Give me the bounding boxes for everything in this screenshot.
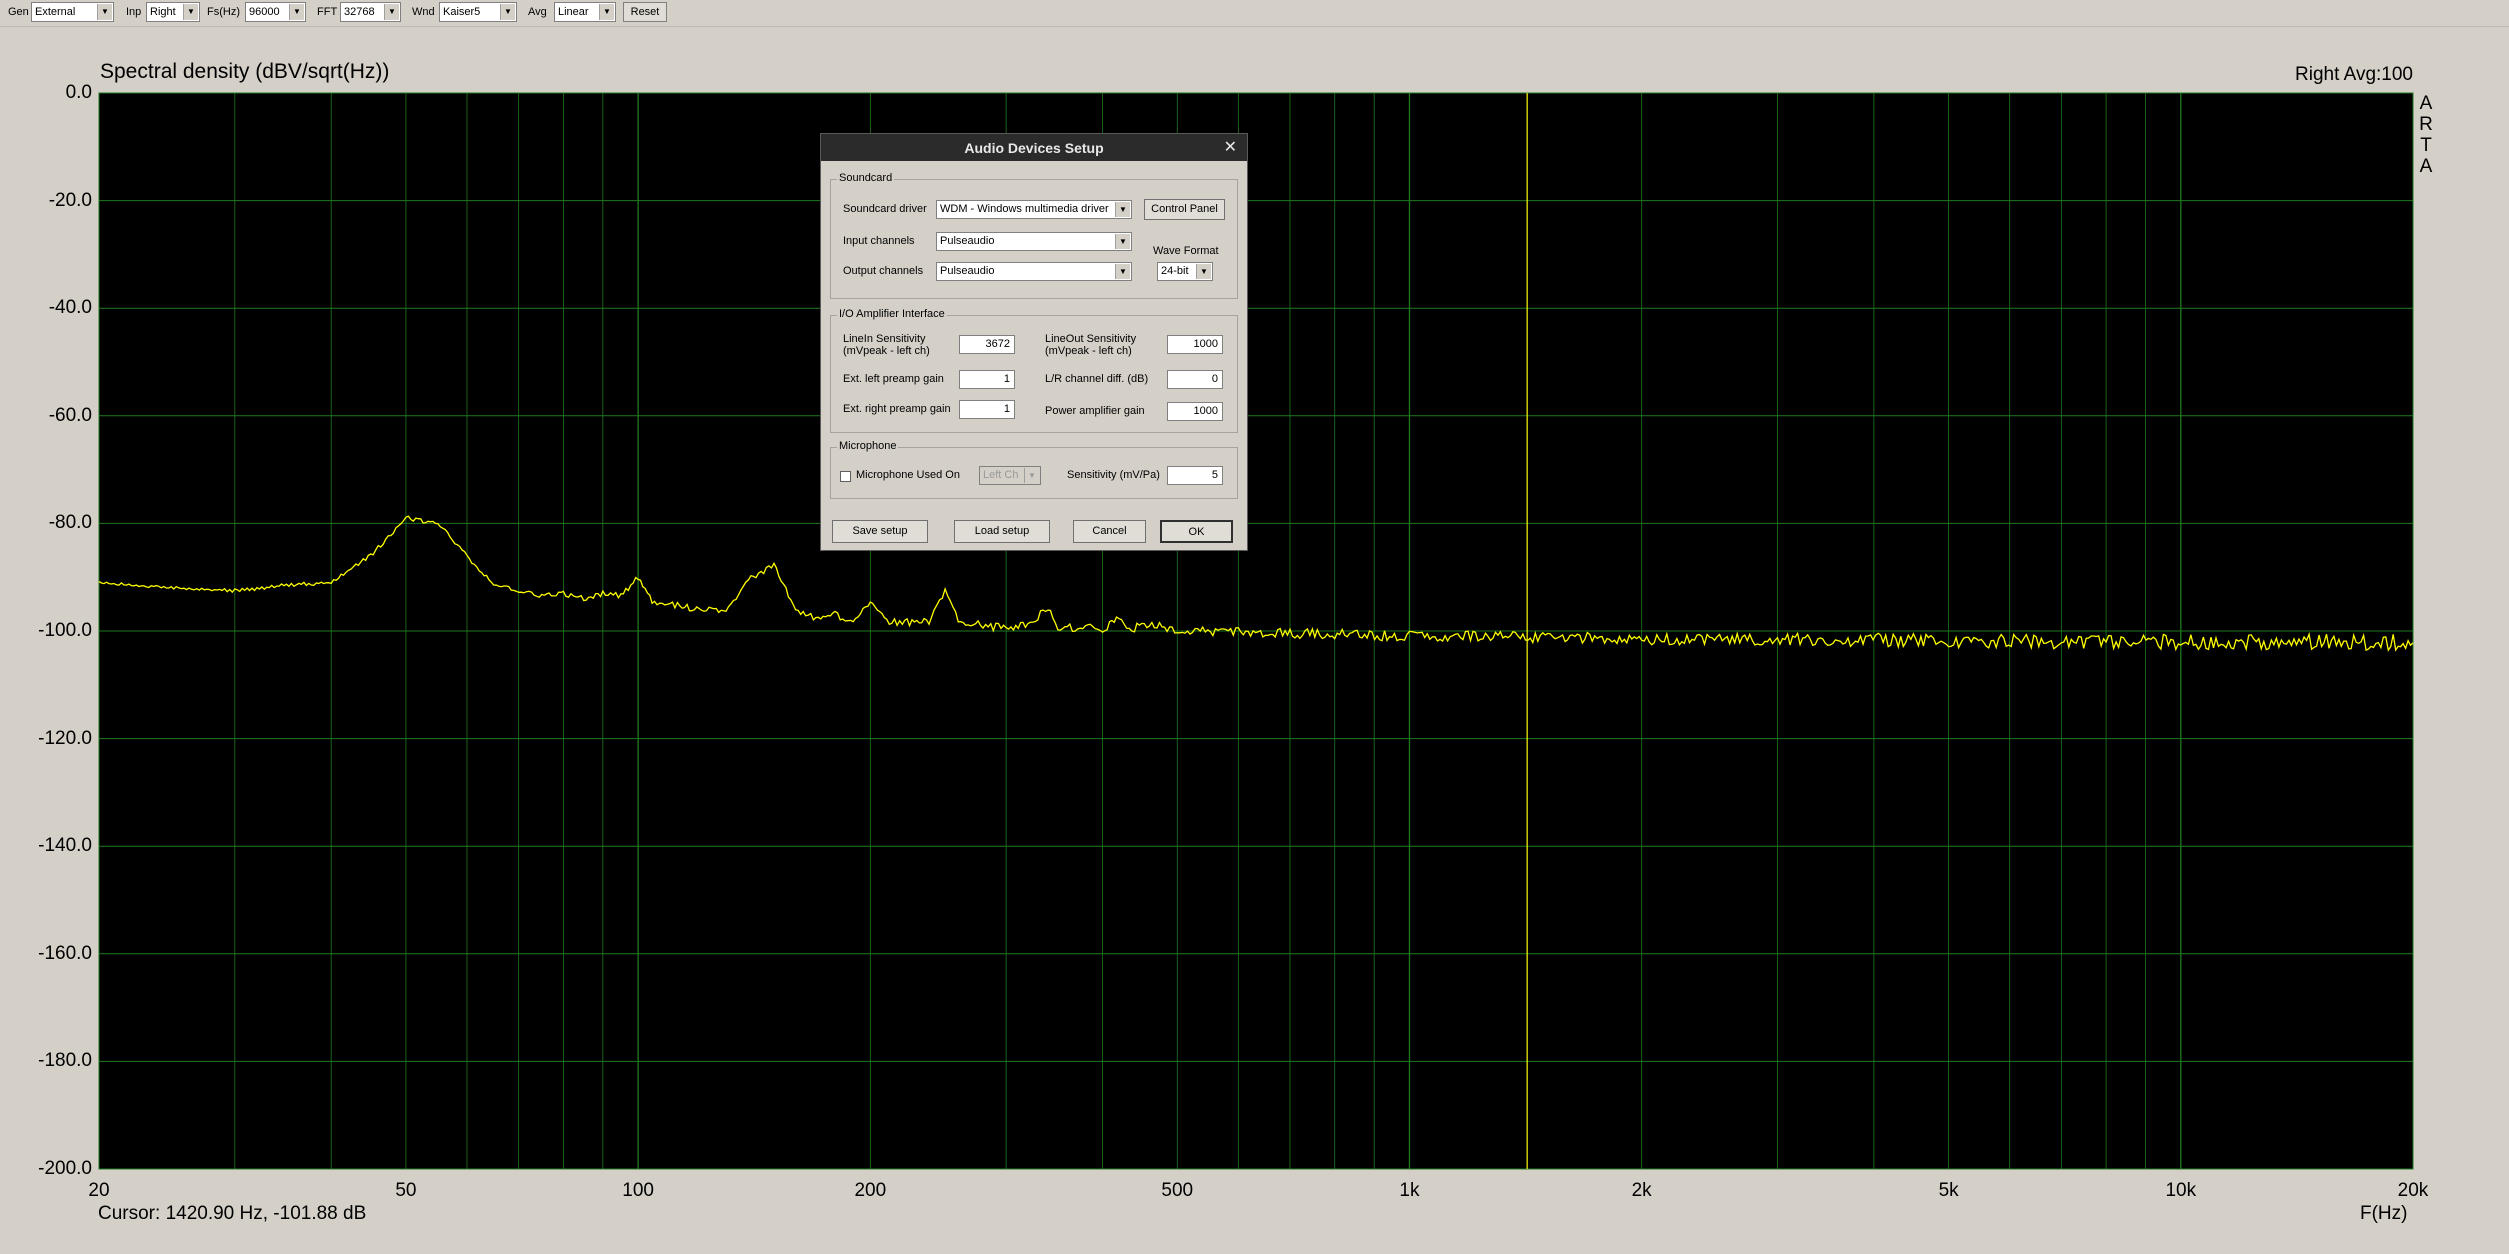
- input-channels-select[interactable]: Pulseaudio ▼: [936, 232, 1132, 251]
- microphone-used-on-label: Microphone Used On: [856, 469, 960, 481]
- load-setup-button[interactable]: Load setup: [954, 520, 1050, 543]
- chevron-down-icon: ▼: [1196, 264, 1211, 279]
- y-tick-label: -140.0: [38, 835, 92, 857]
- output-channels-label: Output channels: [843, 265, 924, 277]
- plot-status: Right Avg:100: [2295, 64, 2413, 85]
- y-tick-label: -20.0: [48, 189, 92, 211]
- arta-logo: ARTA: [2419, 93, 2433, 177]
- close-icon[interactable]: ✕: [1224, 137, 1237, 157]
- logo-letter: A: [2419, 93, 2433, 114]
- sensitivity-label: Sensitivity (mV/Pa): [1067, 469, 1160, 481]
- soundcard-driver-label: Soundcard driver: [843, 203, 927, 215]
- logo-letter: A: [2419, 156, 2433, 177]
- soundcard-group: Soundcard Soundcard driver WDM - Windows…: [830, 172, 1238, 299]
- ok-button[interactable]: OK: [1160, 520, 1233, 543]
- audio-devices-setup-dialog: Audio Devices Setup ✕ Soundcard Soundcar…: [820, 133, 1248, 551]
- microphone-channel-select[interactable]: Left Ch ▼: [979, 466, 1041, 485]
- y-tick-label: -120.0: [38, 727, 92, 749]
- io-amplifier-group: I/O Amplifier Interface LineIn Sensitivi…: [830, 308, 1238, 433]
- chevron-down-icon: ▼: [1115, 202, 1130, 217]
- lr-channel-diff-input[interactable]: 0: [1167, 370, 1223, 389]
- y-tick-label: -100.0: [38, 620, 92, 641]
- microphone-group-title: Microphone: [837, 440, 899, 452]
- microphone-channel-value: Left Ch: [983, 469, 1019, 481]
- x-tick-label: 500: [1161, 1180, 1194, 1201]
- chevron-down-icon: ▼: [1115, 234, 1130, 249]
- x-tick-label: 20: [88, 1180, 110, 1201]
- lr-channel-diff-label: L/R channel diff. (dB): [1045, 373, 1149, 385]
- soundcard-group-title: Soundcard: [837, 172, 895, 184]
- x-axis-label: F(Hz): [2360, 1203, 2408, 1224]
- chevron-down-icon: ▼: [1024, 468, 1039, 483]
- save-setup-button[interactable]: Save setup: [832, 520, 928, 543]
- right-preamp-gain-label: Ext. right preamp gain: [843, 403, 951, 415]
- power-amplifier-gain-label: Power amplifier gain: [1045, 405, 1145, 417]
- left-preamp-gain-label: Ext. left preamp gain: [843, 373, 944, 385]
- lineout-sensitivity-input[interactable]: 1000: [1167, 335, 1223, 354]
- logo-letter: T: [2420, 135, 2432, 156]
- chevron-down-icon: ▼: [1115, 264, 1130, 279]
- input-channels-label: Input channels: [843, 235, 915, 247]
- linein-sensitivity-unit: (mVpeak - left ch): [843, 345, 930, 357]
- x-tick-label: 200: [854, 1180, 887, 1201]
- right-preamp-gain-input[interactable]: 1: [959, 400, 1015, 419]
- x-tick-label: 2k: [1631, 1180, 1652, 1201]
- input-channels-value: Pulseaudio: [940, 235, 995, 247]
- io-amplifier-group-title: I/O Amplifier Interface: [837, 308, 947, 320]
- x-tick-label: 5k: [1938, 1180, 1959, 1201]
- logo-letter: R: [2419, 114, 2433, 135]
- microphone-group: Microphone Microphone Used On Left Ch ▼ S…: [830, 440, 1238, 499]
- wave-format-label: Wave Format: [1153, 245, 1219, 257]
- linein-sensitivity-label: LineIn Sensitivity: [843, 333, 926, 345]
- y-tick-label: -40.0: [48, 297, 92, 319]
- output-channels-select[interactable]: Pulseaudio ▼: [936, 262, 1132, 281]
- soundcard-driver-select[interactable]: WDM - Windows multimedia driver ▼: [936, 200, 1132, 219]
- y-tick-label: -180.0: [38, 1050, 92, 1072]
- x-tick-label: 100: [622, 1180, 654, 1201]
- sensitivity-input[interactable]: 5: [1167, 466, 1223, 485]
- output-channels-value: Pulseaudio: [940, 265, 995, 277]
- power-amplifier-gain-input[interactable]: 1000: [1167, 402, 1223, 421]
- y-tick-label: -80.0: [48, 512, 92, 534]
- wave-format-value: 24-bit: [1161, 265, 1189, 277]
- x-tick-label: 50: [395, 1180, 417, 1201]
- x-tick-label: 20k: [2397, 1180, 2429, 1201]
- wave-format-select[interactable]: 24-bit ▼: [1157, 262, 1213, 281]
- cancel-button[interactable]: Cancel: [1073, 520, 1146, 543]
- cursor-readout: Cursor: 1420.90 Hz, -101.88 dB: [98, 1203, 367, 1224]
- soundcard-driver-value: WDM - Windows multimedia driver: [940, 203, 1109, 215]
- dialog-titlebar[interactable]: Audio Devices Setup ✕: [821, 134, 1247, 161]
- lineout-sensitivity-unit: (mVpeak - left ch): [1045, 345, 1132, 357]
- linein-sensitivity-input[interactable]: 3672: [959, 335, 1015, 354]
- microphone-used-checkbox[interactable]: [840, 471, 851, 482]
- y-tick-label: -60.0: [48, 404, 92, 426]
- plot-title: Spectral density (dBV/sqrt(Hz)): [100, 60, 390, 83]
- dialog-title: Audio Devices Setup: [964, 140, 1104, 156]
- spectrum-plot[interactable]: [0, 0, 2509, 1254]
- y-tick-label: 0.0: [65, 82, 92, 103]
- x-tick-label: 10k: [2165, 1180, 2197, 1201]
- left-preamp-gain-input[interactable]: 1: [959, 370, 1015, 389]
- y-tick-label: -200.0: [38, 1158, 92, 1179]
- y-tick-label: -160.0: [38, 942, 92, 964]
- lineout-sensitivity-label: LineOut Sensitivity: [1045, 333, 1137, 345]
- x-tick-label: 1k: [1399, 1180, 1420, 1201]
- control-panel-button[interactable]: Control Panel: [1144, 199, 1225, 220]
